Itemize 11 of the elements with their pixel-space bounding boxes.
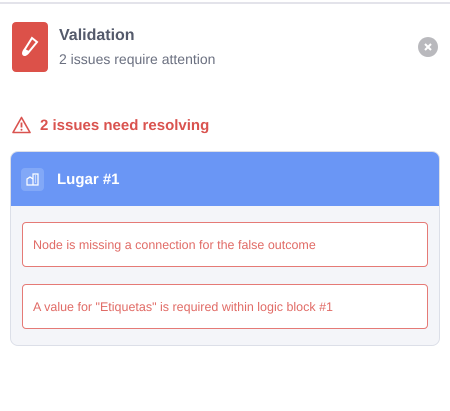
warning-icon: [12, 116, 31, 134]
issue-message: A value for "Etiquetas" is required within logic block #1: [22, 284, 428, 329]
dialog-subtitle: 2 issues require attention: [59, 51, 216, 67]
issues-summary: 2 issues need resolving: [40, 116, 210, 134]
close-icon: [424, 43, 432, 51]
close-button[interactable]: [418, 37, 438, 57]
dialog-title: Validation: [59, 27, 136, 45]
building-icon: [21, 168, 44, 190]
test-tube-icon: [12, 22, 48, 72]
group-title: Lugar #1: [57, 170, 120, 188]
issue-message: Node is missing a connection for the false outcome: [22, 222, 428, 267]
